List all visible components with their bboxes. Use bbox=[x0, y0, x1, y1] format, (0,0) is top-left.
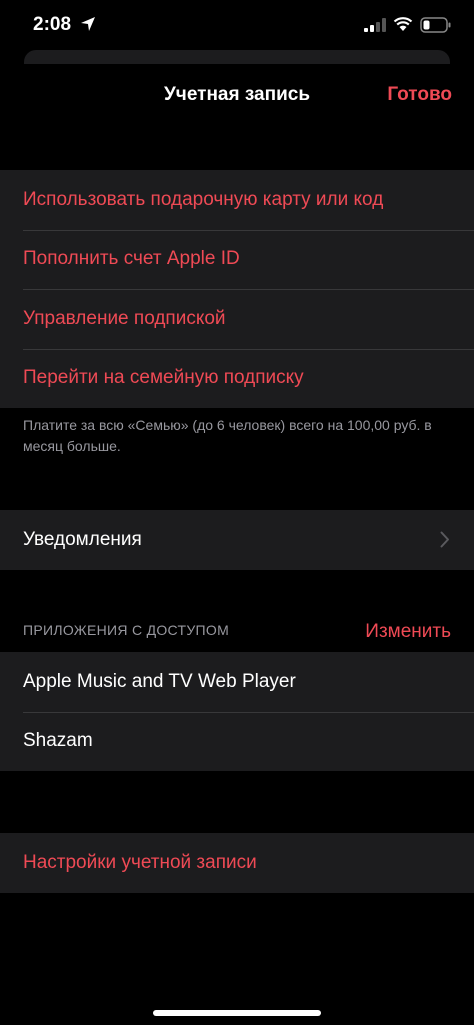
apps-group: Apple Music and TV Web Player Shazam bbox=[0, 652, 474, 771]
edit-button[interactable]: Изменить bbox=[365, 621, 451, 643]
chevron-right-icon bbox=[440, 531, 449, 548]
manage-subscription-button[interactable]: Управление подпиской bbox=[0, 289, 474, 349]
app-item[interactable]: Apple Music and TV Web Player bbox=[0, 652, 474, 712]
account-settings-group: Настройки учетной записи bbox=[0, 833, 474, 893]
cellular-signal-icon bbox=[364, 18, 386, 32]
location-arrow-icon bbox=[81, 17, 95, 31]
family-plan-note: Платите за всю «Семью» (до 6 человек) вс… bbox=[23, 417, 432, 454]
battery-icon bbox=[420, 17, 451, 33]
home-indicator[interactable] bbox=[153, 1010, 321, 1016]
status-bar: 2:08 bbox=[0, 0, 474, 50]
account-actions-group: Использовать подарочную карту или код По… bbox=[0, 170, 474, 408]
navigation-bar: Учетная запись Готово bbox=[0, 64, 474, 126]
sheet-background-card bbox=[24, 50, 450, 64]
status-time: 2:08 bbox=[33, 14, 72, 35]
notifications-row[interactable]: Уведомления bbox=[0, 510, 474, 570]
redeem-gift-card-button[interactable]: Использовать подарочную карту или код bbox=[0, 170, 474, 230]
app-item[interactable]: Shazam bbox=[0, 711, 474, 772]
apps-section-header: ПРИЛОЖЕНИЯ С ДОСТУПОМ bbox=[23, 622, 230, 638]
wifi-icon bbox=[393, 17, 413, 31]
notifications-label: Уведомления bbox=[23, 528, 142, 550]
add-funds-button[interactable]: Пополнить счет Apple ID bbox=[0, 229, 474, 290]
family-plan-button[interactable]: Перейти на семейную подписку bbox=[0, 348, 474, 409]
done-button[interactable]: Готово bbox=[387, 84, 452, 106]
account-settings-button[interactable]: Настройки учетной записи bbox=[0, 833, 474, 893]
notifications-group: Уведомления bbox=[0, 510, 474, 570]
